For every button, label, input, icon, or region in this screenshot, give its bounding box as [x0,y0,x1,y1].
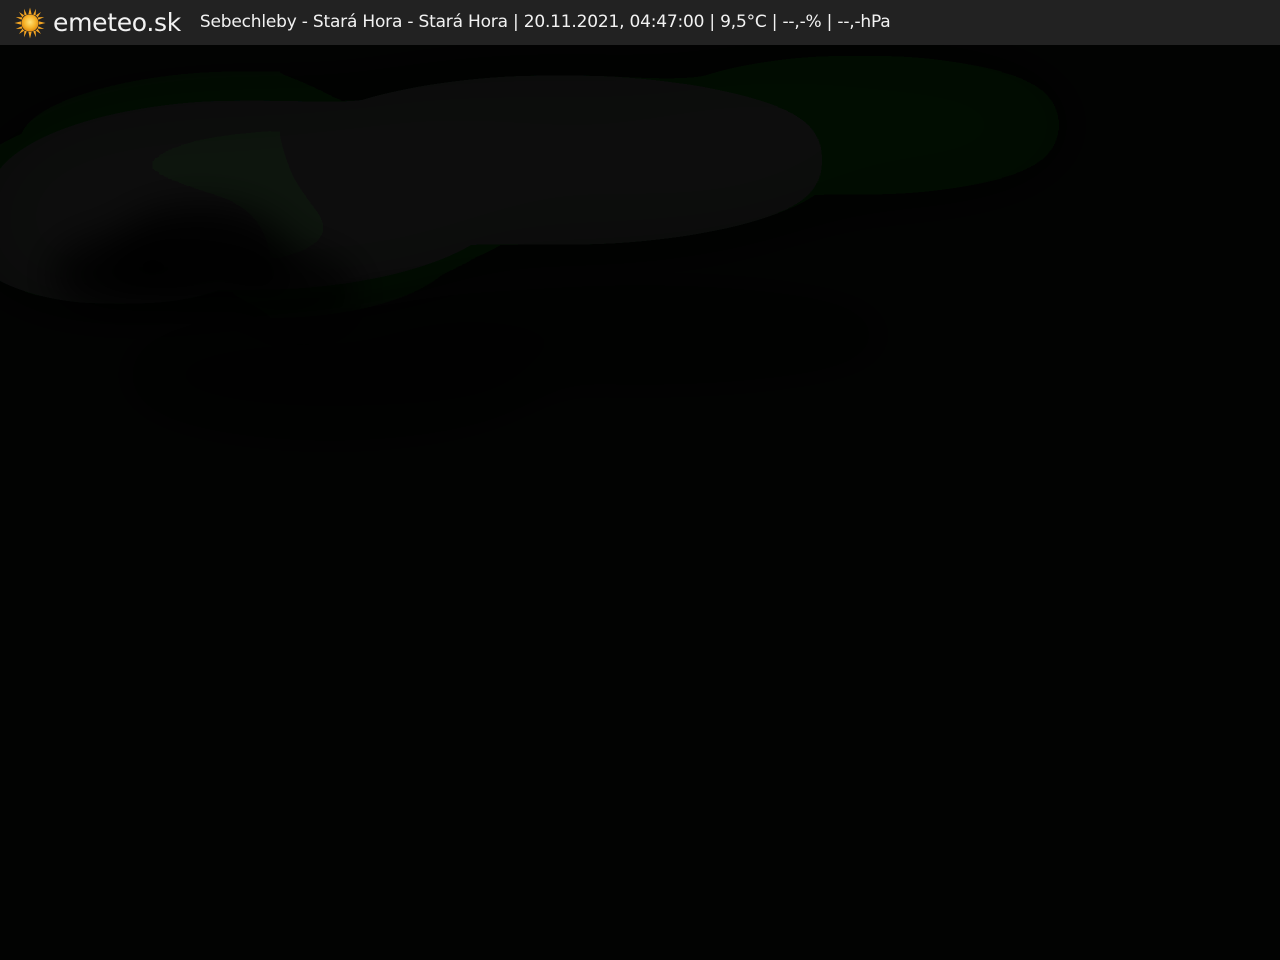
sun-icon [14,7,46,38]
night-scene [0,45,1280,960]
brand-logo[interactable]: emeteo.sk [14,0,181,45]
brand-name[interactable]: emeteo.sk [53,0,181,45]
webcam-caption: Sebechleby - Stará Hora - Stará Hora | 2… [199,12,891,32]
webcam-image [0,45,1280,960]
webcam-page: emeteo.sk Sebechleby - Stará Hora - Star… [0,0,1280,960]
info-bar: emeteo.sk Sebechleby - Stará Hora - Star… [0,0,1280,45]
